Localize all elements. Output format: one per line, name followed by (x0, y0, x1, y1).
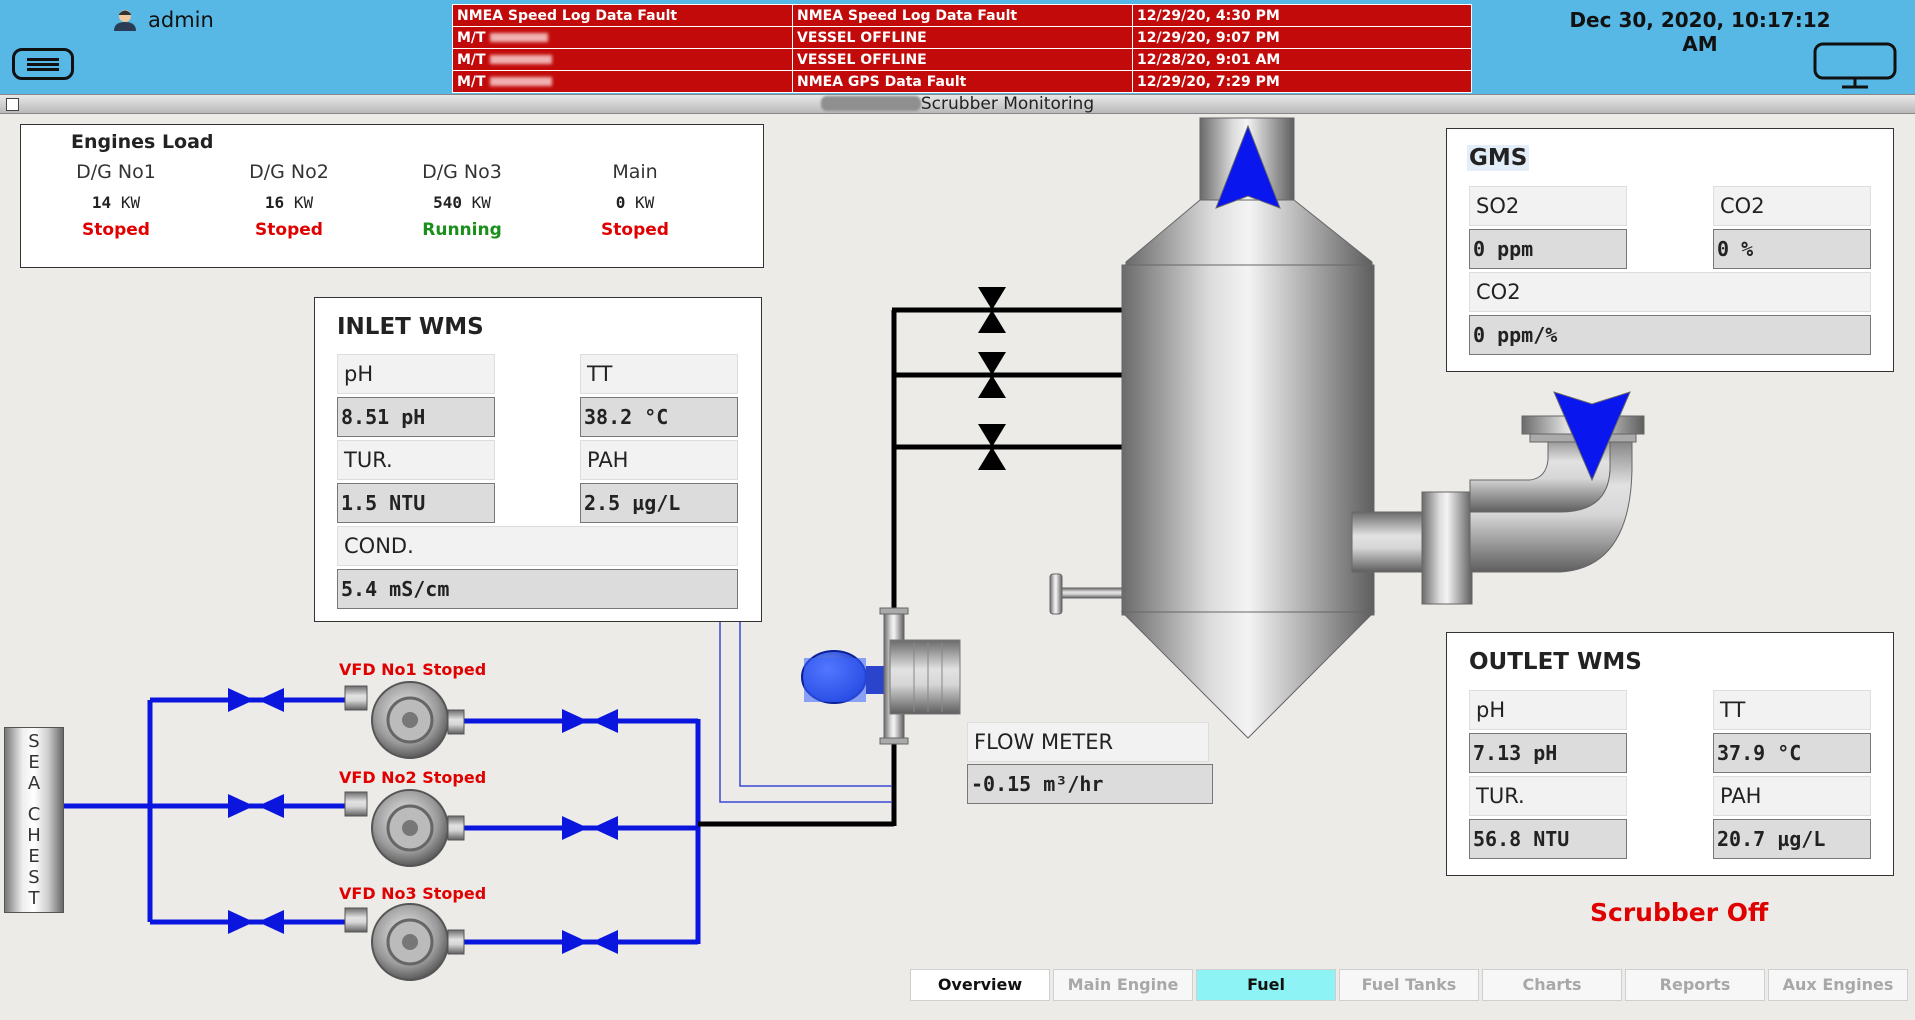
engine-name: Main (612, 161, 658, 183)
engines-load-title: Engines Load (71, 131, 214, 153)
tab-aux-engines[interactable]: Aux Engines (1768, 969, 1908, 1001)
engine-load: 14 KW (91, 193, 141, 212)
tab-fuel-tanks[interactable]: Fuel Tanks (1339, 969, 1479, 1001)
gms-co2-label: CO2 (1713, 186, 1871, 226)
engine-load: 540 KW (433, 193, 491, 212)
outlet-tt-value: 37.9 °C (1713, 733, 1871, 773)
tab-main-engine[interactable]: Main Engine (1053, 969, 1193, 1001)
sea-chest-letter: S (28, 731, 40, 752)
outlet-tt-label: TT (1713, 690, 1871, 730)
tab-charts[interactable]: Charts (1482, 969, 1622, 1001)
engine-load: 16 KW (264, 193, 314, 212)
sea-chest-letter: H (27, 825, 41, 846)
gms-so2-label: SO2 (1469, 186, 1627, 226)
inlet-tur-value: 1.5 NTU (337, 483, 495, 523)
pump-2-status: VFD No2 Stoped (339, 768, 487, 787)
engine-load: 0 KW (615, 193, 655, 212)
sea-chest-letter: S (28, 867, 40, 888)
sea-chest-letter: C (27, 804, 41, 825)
inlet-cond-label: COND. (337, 526, 738, 566)
engines-load-panel: Engines Load D/G No1 14 KW Stoped D/G No… (20, 124, 764, 268)
sea-chest-letter: A (27, 773, 41, 794)
outlet-ph-label: pH (1469, 690, 1627, 730)
gms-co2b-value: 0 ppm/% (1469, 315, 1871, 355)
gms-co2b-label: CO2 (1469, 272, 1871, 312)
engine-status: Running (422, 220, 502, 240)
inlet-ph-value: 8.51 pH (337, 397, 495, 437)
gms-so2-value: 0 ppm (1469, 229, 1627, 269)
pump-3-status: VFD No3 Stoped (339, 884, 487, 903)
outlet-pah-label: PAH (1713, 776, 1871, 816)
tab-overview[interactable]: Overview (910, 969, 1050, 1001)
tab-reports[interactable]: Reports (1625, 969, 1765, 1001)
pump-1-status: VFD No1 Stoped (339, 660, 487, 679)
inlet-tur-label: TUR. (337, 440, 495, 480)
outlet-tur-label: TUR. (1469, 776, 1627, 816)
engine-main[interactable]: Main 0 KW Stoped (560, 161, 710, 240)
bottom-nav: Overview Main Engine Fuel Fuel Tanks Cha… (910, 969, 1908, 1001)
inlet-pah-value: 2.5 µg/L (580, 483, 738, 523)
inlet-tt-label: TT (580, 354, 738, 394)
engine-dg1[interactable]: D/G No1 14 KW Stoped (41, 161, 191, 240)
gms-title: GMS (1467, 145, 1530, 171)
tab-fuel[interactable]: Fuel (1196, 969, 1336, 1001)
inlet-wms-title: INLET WMS (337, 314, 484, 340)
outlet-wms-panel: OUTLET WMS pH 7.13 pH TT 37.9 °C TUR. 56… (1446, 632, 1894, 876)
engine-dg2[interactable]: D/G No2 16 KW Stoped (214, 161, 364, 240)
sea-chest: S E A C H E S T (4, 727, 64, 913)
engine-name: D/G No2 (249, 161, 329, 183)
gms-panel: GMS SO2 0 ppm CO2 0 % CO2 0 ppm/% (1446, 128, 1894, 372)
inlet-ph-label: pH (337, 354, 495, 394)
engine-name: D/G No1 (76, 161, 156, 183)
outlet-wms-title: OUTLET WMS (1469, 649, 1642, 675)
sea-chest-letter: E (28, 752, 40, 773)
engine-status: Stoped (255, 220, 323, 240)
engine-status: Stoped (601, 220, 669, 240)
engine-name: D/G No3 (422, 161, 502, 183)
sea-chest-letter: T (28, 888, 40, 909)
outlet-ph-value: 7.13 pH (1469, 733, 1627, 773)
gms-co2-value: 0 % (1713, 229, 1871, 269)
flow-meter-value: -0.15 m³/hr (967, 764, 1213, 804)
outlet-pah-value: 20.7 µg/L (1713, 819, 1871, 859)
inlet-cond-value: 5.4 mS/cm (337, 569, 738, 609)
inlet-pah-label: PAH (580, 440, 738, 480)
sea-chest-letter: E (28, 846, 40, 867)
engine-status: Stoped (82, 220, 150, 240)
scrubber-status: Scrubber Off (1590, 898, 1769, 927)
inlet-wms-panel: INLET WMS pH 8.51 pH TT 38.2 °C TUR. 1.5… (314, 297, 762, 622)
engine-dg3[interactable]: D/G No3 540 KW Running (387, 161, 537, 240)
inlet-tt-value: 38.2 °C (580, 397, 738, 437)
outlet-tur-value: 56.8 NTU (1469, 819, 1627, 859)
flow-meter-label: FLOW METER (967, 722, 1209, 762)
